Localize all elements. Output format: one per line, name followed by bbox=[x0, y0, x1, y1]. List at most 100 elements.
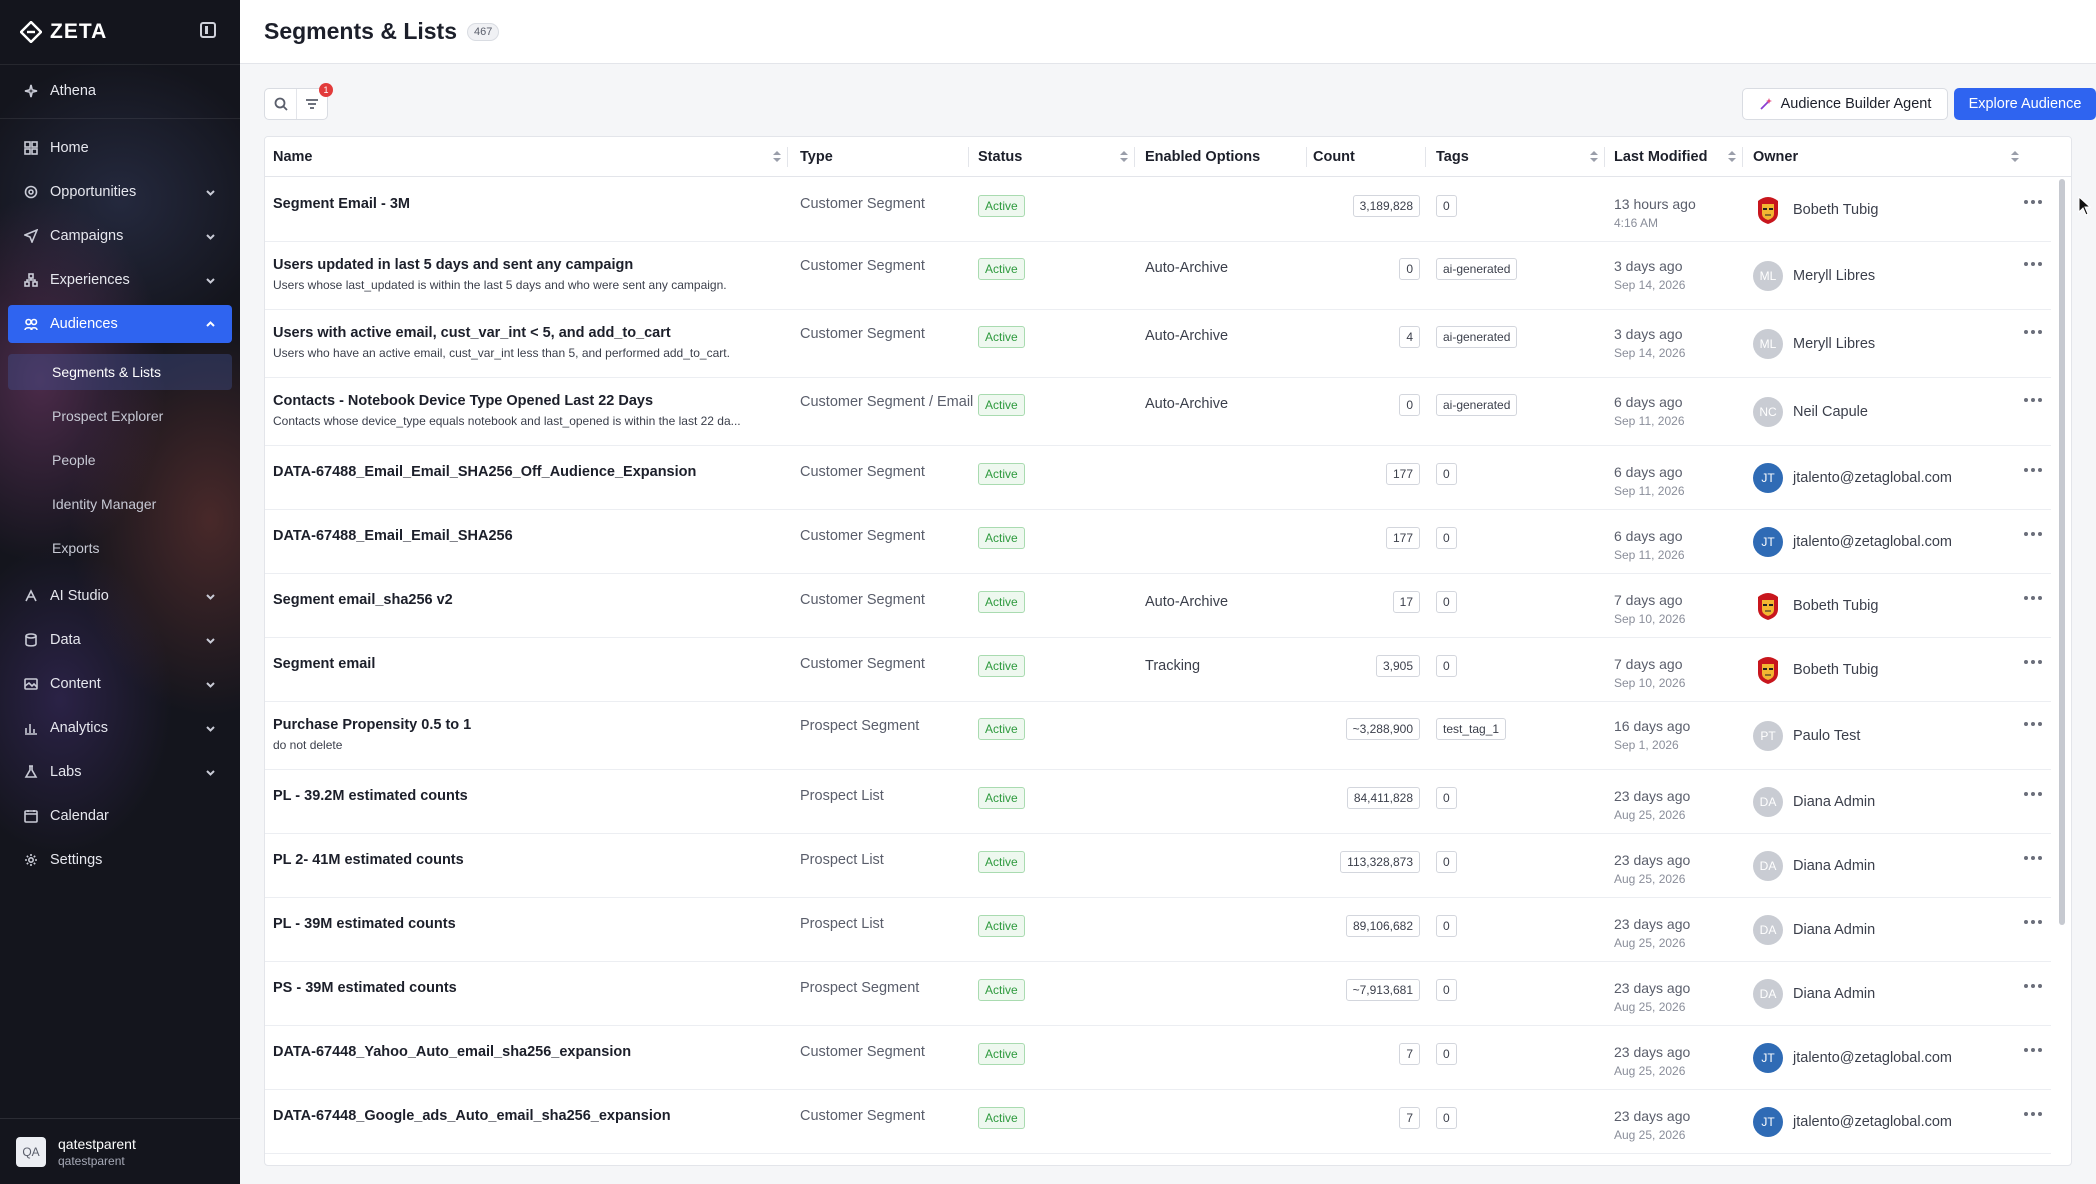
segment-name[interactable]: PL - 39.2M estimated counts bbox=[273, 788, 468, 804]
table-row[interactable]: Purchase Propensity 0.5 to 1 do not delet… bbox=[265, 702, 2051, 770]
chevron-down-icon[interactable] bbox=[202, 720, 218, 736]
table-row[interactable]: PL - 39M estimated counts Prospect List Ac… bbox=[265, 898, 2051, 962]
more-actions-icon[interactable] bbox=[2021, 324, 2045, 340]
column-header-owner[interactable]: Owner bbox=[1753, 137, 1798, 177]
sort-icon[interactable] bbox=[2011, 151, 2019, 163]
search-button[interactable] bbox=[265, 89, 296, 119]
more-actions-icon[interactable] bbox=[2021, 786, 2045, 802]
tag-badge[interactable]: 0 bbox=[1436, 655, 1457, 677]
nav-item-settings[interactable]: Settings bbox=[8, 841, 232, 879]
nav-item-experiences[interactable]: Experiences bbox=[8, 261, 232, 299]
collapse-sidebar-icon[interactable] bbox=[200, 22, 216, 38]
chevron-down-icon[interactable] bbox=[202, 676, 218, 692]
nav-item-calendar[interactable]: Calendar bbox=[8, 797, 232, 835]
table-row[interactable]: Segment email_sha256 v2 Customer Segment A… bbox=[265, 574, 2051, 638]
tag-badge[interactable]: 0 bbox=[1436, 591, 1457, 613]
chevron-down-icon[interactable] bbox=[202, 184, 218, 200]
tag-badge[interactable]: test_tag_1 bbox=[1436, 718, 1507, 740]
column-header-type[interactable]: Type bbox=[800, 137, 833, 177]
more-actions-icon[interactable] bbox=[2021, 256, 2045, 272]
table-scrollbar[interactable] bbox=[2055, 179, 2069, 1165]
segment-name[interactable]: PS - 39M estimated counts bbox=[273, 980, 457, 996]
more-actions-icon[interactable] bbox=[2021, 526, 2045, 542]
table-row[interactable]: Segment email Customer Segment Active Track… bbox=[265, 638, 2051, 702]
segment-name[interactable]: DATA-67488_Email_Email_SHA256 bbox=[273, 528, 513, 544]
sort-icon[interactable] bbox=[773, 151, 781, 163]
tag-badge[interactable]: 0 bbox=[1436, 195, 1457, 217]
segment-name[interactable]: Contacts - Notebook Device Type Opened L… bbox=[273, 393, 741, 409]
chevron-down-icon[interactable] bbox=[202, 764, 218, 780]
table-row[interactable]: DATA-67448_Yahoo_Auto_email_sha256_expan… bbox=[265, 1026, 2051, 1090]
table-row[interactable]: Segment Email - 3M Customer Segment Active… bbox=[265, 178, 2051, 242]
segment-name[interactable]: DATA-67448_Yahoo_Auto_email_sha256_expan… bbox=[273, 1044, 631, 1060]
segment-name[interactable]: PL - 39M estimated counts bbox=[273, 916, 456, 932]
explore-audience-button[interactable]: Explore Audience bbox=[1954, 88, 2096, 120]
table-row[interactable]: Users updated in last 5 days and sent an… bbox=[265, 242, 2051, 310]
tag-badge[interactable]: 0 bbox=[1436, 915, 1457, 937]
table-row[interactable]: Users with active email, cust_var_int < … bbox=[265, 310, 2051, 378]
more-actions-icon[interactable] bbox=[2021, 850, 2045, 866]
tag-badge[interactable]: 0 bbox=[1436, 1043, 1457, 1065]
sub-item-prospect-explorer[interactable]: Prospect Explorer bbox=[8, 398, 232, 434]
tag-badge[interactable]: ai-generated bbox=[1436, 326, 1518, 348]
table-row[interactable]: PS - 39M estimated counts Prospect Segmen… bbox=[265, 962, 2051, 1026]
segment-name[interactable]: Segment Email - 3M bbox=[273, 196, 410, 212]
nav-item-labs[interactable]: Labs bbox=[8, 753, 232, 791]
segment-name[interactable]: Segment email bbox=[273, 656, 375, 672]
tag-badge[interactable]: 0 bbox=[1436, 851, 1457, 873]
chevron-down-icon[interactable] bbox=[202, 588, 218, 604]
tag-badge[interactable]: 0 bbox=[1436, 463, 1457, 485]
sub-item-segments-lists[interactable]: Segments & Lists bbox=[8, 354, 232, 390]
segment-name[interactable]: DATA-67448_Google_ads_Auto_email_sha256_… bbox=[273, 1108, 671, 1124]
sort-icon[interactable] bbox=[1120, 151, 1128, 163]
segment-name[interactable]: Purchase Propensity 0.5 to 1 bbox=[273, 717, 471, 733]
table-row[interactable]: DATA-67448_Google_ads_Auto_email_sha256_… bbox=[265, 1090, 2051, 1154]
column-header-enabled-options[interactable]: Enabled Options bbox=[1145, 137, 1260, 177]
user-profile[interactable]: QA qatestparent qatestparent bbox=[0, 1118, 240, 1184]
more-actions-icon[interactable] bbox=[2021, 1106, 2045, 1122]
segment-name[interactable]: Segment email_sha256 v2 bbox=[273, 592, 453, 608]
more-actions-icon[interactable] bbox=[2021, 194, 2045, 210]
column-header-name[interactable]: Name bbox=[273, 137, 313, 177]
tag-badge[interactable]: 0 bbox=[1436, 787, 1457, 809]
column-header-count[interactable]: Count bbox=[1313, 137, 1355, 177]
more-actions-icon[interactable] bbox=[2021, 914, 2045, 930]
chevron-down-icon[interactable] bbox=[202, 272, 218, 288]
sort-icon[interactable] bbox=[1590, 151, 1598, 163]
tag-badge[interactable]: ai-generated bbox=[1436, 394, 1518, 416]
chevron-down-icon[interactable] bbox=[202, 632, 218, 648]
nav-item-audiences[interactable]: Audiences bbox=[8, 305, 232, 343]
nav-item-athena[interactable]: Athena bbox=[8, 72, 232, 110]
chevron-down-icon[interactable] bbox=[202, 228, 218, 244]
more-actions-icon[interactable] bbox=[2021, 590, 2045, 606]
segment-name[interactable]: PL 2- 41M estimated counts bbox=[273, 852, 464, 868]
more-actions-icon[interactable] bbox=[2021, 1042, 2045, 1058]
column-header-status[interactable]: Status bbox=[978, 137, 1022, 177]
tag-badge[interactable]: ai-generated bbox=[1436, 258, 1518, 280]
column-header-last-modified[interactable]: Last Modified bbox=[1614, 137, 1707, 177]
nav-item-content[interactable]: Content bbox=[8, 665, 232, 703]
column-header-tags[interactable]: Tags bbox=[1436, 137, 1469, 177]
table-row[interactable]: DATA-67488_Email_Email_SHA256 Customer Se… bbox=[265, 510, 2051, 574]
table-row[interactable]: Contacts - Notebook Device Type Opened L… bbox=[265, 378, 2051, 446]
more-actions-icon[interactable] bbox=[2021, 392, 2045, 408]
table-row[interactable]: DATA-67488_Email_Email_SHA256_Off_Audien… bbox=[265, 446, 2051, 510]
nav-item-analytics[interactable]: Analytics bbox=[8, 709, 232, 747]
nav-item-campaigns[interactable]: Campaigns bbox=[8, 217, 232, 255]
sub-item-exports[interactable]: Exports bbox=[8, 530, 232, 566]
segment-name[interactable]: Users with active email, cust_var_int < … bbox=[273, 325, 730, 341]
filter-button[interactable]: 1 bbox=[296, 83, 333, 119]
table-row[interactable]: PL - 39.2M estimated counts Prospect List… bbox=[265, 770, 2051, 834]
brand-logo[interactable]: ZETA bbox=[20, 18, 107, 46]
segment-name[interactable]: Users updated in last 5 days and sent an… bbox=[273, 257, 727, 273]
nav-item-data[interactable]: Data bbox=[8, 621, 232, 659]
nav-item-home[interactable]: Home bbox=[8, 129, 232, 167]
tag-badge[interactable]: 0 bbox=[1436, 979, 1457, 1001]
sub-item-people[interactable]: People bbox=[8, 442, 232, 478]
tag-badge[interactable]: 0 bbox=[1436, 1107, 1457, 1129]
more-actions-icon[interactable] bbox=[2021, 978, 2045, 994]
more-actions-icon[interactable] bbox=[2021, 462, 2045, 478]
more-actions-icon[interactable] bbox=[2021, 654, 2045, 670]
nav-item-opportunities[interactable]: Opportunities bbox=[8, 173, 232, 211]
tag-badge[interactable]: 0 bbox=[1436, 527, 1457, 549]
